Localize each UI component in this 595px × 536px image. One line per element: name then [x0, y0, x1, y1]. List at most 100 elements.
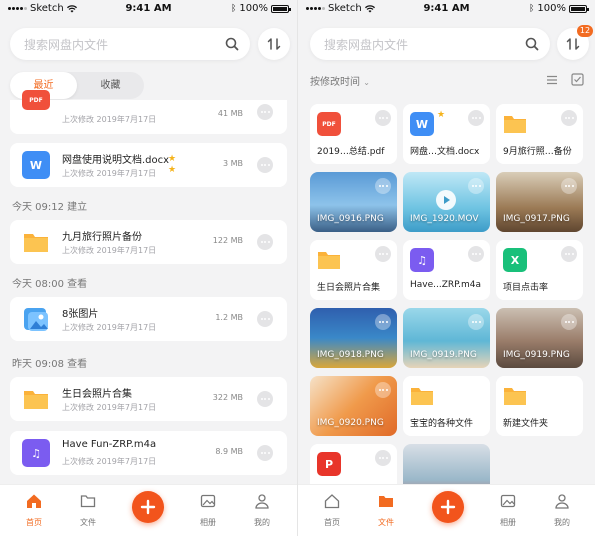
tab-album[interactable]: 相册 — [488, 493, 528, 528]
tile-name: IMG_0916.PNG — [317, 214, 384, 224]
grid-item[interactable]: 9月旅行照…备份 — [496, 104, 583, 164]
more-icon[interactable] — [468, 314, 484, 330]
more-icon[interactable] — [257, 311, 273, 327]
item-modified: 上次修改 2019年7月17日 — [62, 115, 157, 124]
video-thumbnail[interactable]: IMG_1920.MOV — [403, 172, 490, 232]
album-icon — [200, 494, 216, 508]
tile-name: IMG_0919.PNG — [503, 350, 570, 360]
search-bar[interactable]: 搜索网盘内文件 — [310, 28, 550, 60]
folder-tab-icon — [80, 495, 96, 508]
more-icon[interactable] — [561, 178, 577, 194]
tab-home[interactable]: 首页 — [312, 493, 352, 528]
status-right: ᛒ 100% — [529, 3, 589, 14]
sort-button[interactable]: 12 — [557, 25, 593, 60]
photo-thumbnail[interactable]: IMG_0919.PNG — [403, 308, 490, 368]
sort-icon — [267, 38, 281, 50]
item-size: 122 MB — [212, 236, 243, 245]
select-checkbox-icon[interactable] — [571, 73, 584, 86]
tile-name: 新建文件夹 — [503, 419, 549, 429]
battery-icon — [271, 4, 291, 13]
photo-thumbnail[interactable]: IMG_0918.PNG — [310, 308, 397, 368]
more-icon[interactable] — [561, 314, 577, 330]
tile-name: 宝宝的各种文件 — [410, 419, 474, 429]
more-icon[interactable] — [375, 110, 391, 126]
item-name: Have Fun-ZRP.m4a — [62, 439, 157, 450]
list-view-icon[interactable] — [546, 74, 558, 86]
tab-label: 文件 — [378, 518, 394, 527]
tab-favorites[interactable]: 收藏 — [77, 72, 144, 99]
photo-thumbnail[interactable]: IMG_0919.PNG — [496, 308, 583, 368]
grid-item[interactable]: ♫ Have...ZRP.m4a — [403, 240, 490, 300]
list-item[interactable]: 8张图片 上次修改 2019年7月17日 1.2 MB — [10, 297, 287, 341]
more-icon[interactable] — [257, 157, 273, 173]
photo-thumbnail[interactable]: IMG_0916.PNG — [310, 172, 397, 232]
search-placeholder: 搜索网盘内文件 — [24, 38, 109, 52]
more-icon[interactable] — [257, 391, 273, 407]
more-icon[interactable] — [375, 246, 391, 262]
add-button[interactable] — [432, 491, 464, 523]
tab-label: 我的 — [554, 518, 570, 527]
tab-files[interactable]: 文件 — [366, 493, 406, 528]
tab-album[interactable]: 相册 — [188, 493, 228, 528]
tile-name: IMG_0917.PNG — [503, 214, 570, 224]
tile-name: Have...ZRP.m4a — [410, 280, 482, 290]
grid-item[interactable]: X 项目点击率 — [496, 240, 583, 300]
bluetooth-icon: ᛒ — [529, 3, 535, 14]
tab-home[interactable]: 首页 — [14, 493, 54, 528]
more-icon[interactable] — [375, 314, 391, 330]
profile-icon — [555, 494, 569, 509]
more-icon[interactable] — [468, 178, 484, 194]
play-icon[interactable] — [435, 189, 457, 211]
more-icon[interactable] — [257, 445, 273, 461]
home-screen: Sketch 9:41 AM ᛒ 100% 搜索网盘内文件 最近 收藏 PDF … — [0, 0, 297, 536]
tab-files[interactable]: 文件 — [68, 493, 108, 528]
tile-name: 项目点击率 — [503, 283, 549, 293]
list-item[interactable]: W 网盘使用说明文档.docx ★ ★ 上次修改 2019年7月17日 3 MB — [10, 143, 287, 187]
sort-icon — [566, 38, 580, 50]
tab-profile[interactable]: 我的 — [242, 493, 282, 528]
grid-item[interactable]: 生日会照片合集 — [310, 240, 397, 300]
more-icon[interactable] — [375, 178, 391, 194]
search-icon[interactable] — [524, 36, 540, 52]
tile-name: IMG_0918.PNG — [317, 350, 384, 360]
more-icon[interactable] — [561, 110, 577, 126]
more-icon[interactable] — [561, 246, 577, 262]
chevron-down-icon: ⌄ — [363, 78, 370, 87]
sort-dropdown[interactable]: 按修改时间 ⌄ — [310, 73, 370, 88]
list-item[interactable]: ♫ Have Fun-ZRP.m4a 上次修改 2019年7月17日 8.9 M… — [10, 431, 287, 475]
tile-name: 2019…总结.pdf — [317, 147, 385, 157]
item-name: 九月旅行照片备份 — [62, 232, 142, 243]
ppt-icon: P — [317, 452, 341, 476]
grid-item[interactable]: 新建文件夹 — [496, 376, 583, 436]
sort-button[interactable] — [258, 28, 290, 60]
search-bar[interactable]: 搜索网盘内文件 — [10, 28, 250, 60]
add-button[interactable] — [132, 491, 164, 523]
folder-tab-icon — [379, 496, 393, 507]
tab-bar: 首页 文件 相册 我的 — [0, 484, 297, 536]
pdf-icon: PDF — [317, 112, 341, 136]
home-icon — [27, 494, 41, 508]
plus-icon — [440, 499, 456, 515]
tab-profile[interactable]: 我的 — [542, 493, 582, 528]
tile-name: IMG_0920.PNG — [317, 418, 384, 428]
list-item[interactable]: 九月旅行照片备份 上次修改 2019年7月17日 122 MB — [10, 220, 287, 264]
item-name: 生日会照片合集 — [62, 389, 132, 400]
more-icon[interactable] — [375, 450, 391, 466]
search-icon[interactable] — [224, 36, 240, 52]
more-icon[interactable] — [468, 110, 484, 126]
more-icon[interactable] — [375, 382, 391, 398]
folder-icon — [318, 252, 340, 269]
item-size: 1.2 MB — [215, 313, 243, 322]
more-icon[interactable] — [468, 246, 484, 262]
grid-item[interactable]: 宝宝的各种文件 — [403, 376, 490, 436]
more-icon[interactable] — [257, 104, 273, 120]
photo-thumbnail[interactable]: IMG_0917.PNG — [496, 172, 583, 232]
grid-item[interactable]: W ★ 网盘…文档.docx — [403, 104, 490, 164]
list-item[interactable]: PDF 上次修改 2019年7月17日 41 MB — [10, 90, 287, 134]
photo-thumbnail[interactable]: IMG_0920.PNG — [310, 376, 397, 436]
list-item[interactable]: 生日会照片合集 上次修改 2019年7月17日 322 MB — [10, 377, 287, 421]
image-icon — [24, 308, 48, 331]
more-icon[interactable] — [257, 234, 273, 250]
folder-icon — [504, 388, 526, 405]
grid-item[interactable]: PDF 2019…总结.pdf — [310, 104, 397, 164]
